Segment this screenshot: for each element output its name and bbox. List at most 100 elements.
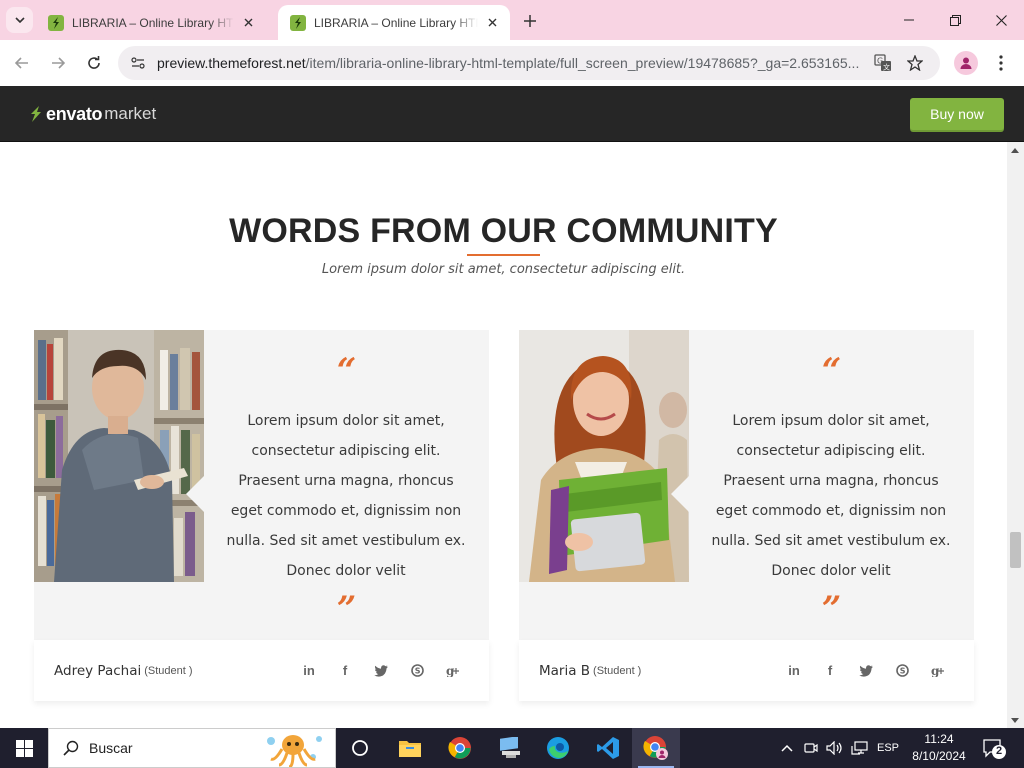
envato-favicon-icon xyxy=(290,14,306,31)
testimonial-line: eget commodo et, dignissim non xyxy=(230,503,462,519)
linkedin-icon[interactable]: in xyxy=(776,659,812,683)
photo-pointer xyxy=(671,476,689,512)
notification-count: 2 xyxy=(995,745,1003,757)
social-links: in f S g xyxy=(291,640,471,701)
speaker-icon xyxy=(826,741,842,755)
bookmark-star-icon[interactable] xyxy=(906,54,924,72)
testimonial-footer: Maria B (Student ) in f S g xyxy=(519,640,974,701)
camera-icon xyxy=(804,743,818,753)
scroll-up-icon[interactable] xyxy=(1011,148,1019,153)
testimonial-text: Lorem ipsum dolor sit amet, consectetur … xyxy=(226,406,466,586)
url-host: preview.themeforest.net xyxy=(157,55,306,71)
minimize-button[interactable] xyxy=(886,0,932,40)
restore-icon xyxy=(949,14,961,26)
twitter-icon[interactable] xyxy=(848,659,884,683)
linkedin-icon[interactable]: in xyxy=(291,659,327,683)
translate-icon[interactable]: G文 xyxy=(874,54,892,72)
task-view-icon xyxy=(352,740,368,756)
computer-icon xyxy=(500,737,520,758)
edge-button[interactable] xyxy=(534,728,582,768)
testimonial-card: “ Lorem ipsum dolor sit amet, consectetu… xyxy=(519,330,974,701)
chrome-profile-button[interactable] xyxy=(632,728,680,768)
search-icon xyxy=(63,740,79,756)
testimonial-line: consectetur adipiscing elit. xyxy=(251,443,441,459)
testimonial-line: nulla. Sed sit amet vestibulum ex. xyxy=(711,533,951,549)
search-highlight-octopus-icon xyxy=(263,731,327,768)
tab-close-icon[interactable] xyxy=(484,15,500,31)
start-button[interactable] xyxy=(0,728,48,768)
windows-taskbar: Buscar ESP 11:24 8/10/2024 2 xyxy=(0,728,1024,768)
skype-icon[interactable]: S xyxy=(399,659,435,683)
envato-favicon-icon xyxy=(48,14,64,31)
windows-logo-icon xyxy=(15,739,33,757)
google-plus-icon[interactable]: g xyxy=(435,659,471,683)
url-text[interactable]: preview.themeforest.net/item/libraria-on… xyxy=(157,55,863,71)
google-plus-icon[interactable]: g xyxy=(920,659,956,683)
volume-button[interactable] xyxy=(824,728,846,768)
envato-market-logo[interactable]: envato market xyxy=(29,103,156,125)
clock-time: 11:24 xyxy=(924,732,954,746)
section-title: WORDS FROM OUR COMMUNITY xyxy=(229,212,778,250)
task-view-button[interactable] xyxy=(336,728,384,768)
address-bar[interactable]: preview.themeforest.net/item/libraria-on… xyxy=(118,46,940,80)
scroll-down-icon[interactable] xyxy=(1011,718,1019,723)
tab-close-icon[interactable] xyxy=(240,15,256,31)
window-controls xyxy=(886,0,1024,40)
tab-search-button[interactable] xyxy=(6,7,33,33)
testimonial-photo-man xyxy=(34,330,204,582)
facebook-icon[interactable]: f xyxy=(327,659,363,683)
person-icon xyxy=(960,57,972,69)
author-name: Maria B xyxy=(539,662,591,679)
close-window-button[interactable] xyxy=(978,0,1024,40)
reload-button[interactable] xyxy=(82,51,106,75)
buy-now-button[interactable]: Buy now xyxy=(910,98,1004,130)
network-icon xyxy=(851,741,868,755)
author-name: Adrey Pachai xyxy=(54,662,142,679)
tray-overflow-button[interactable] xyxy=(777,728,797,768)
photo-pointer xyxy=(186,476,204,512)
remote-desktop-button[interactable] xyxy=(486,728,534,768)
forward-button[interactable] xyxy=(46,51,70,75)
site-info-icon[interactable] xyxy=(130,55,146,71)
taskbar-search-box[interactable]: Buscar xyxy=(48,728,336,768)
scroll-thumb[interactable] xyxy=(1010,532,1021,568)
meet-now-button[interactable] xyxy=(802,728,820,768)
back-button[interactable] xyxy=(10,51,34,75)
browser-toolbar: preview.themeforest.net/item/libraria-on… xyxy=(0,40,1024,86)
skype-icon[interactable]: S xyxy=(884,659,920,683)
restore-button[interactable] xyxy=(932,0,978,40)
folder-icon xyxy=(399,741,421,757)
page-scrollbar[interactable] xyxy=(1007,142,1024,728)
browser-menu-button[interactable] xyxy=(991,51,1011,75)
profile-button[interactable] xyxy=(954,51,978,75)
testimonial-text: Lorem ipsum dolor sit amet, consectetur … xyxy=(711,406,951,586)
new-tab-button[interactable] xyxy=(519,10,541,32)
tab-title: LIBRARIA – Online Library HTML xyxy=(314,15,478,30)
vscode-button[interactable] xyxy=(584,728,632,768)
notification-center-button[interactable]: 2 xyxy=(980,736,1008,760)
testimonial-photo-woman xyxy=(519,330,689,582)
browser-tab-active[interactable]: LIBRARIA – Online Library HTML xyxy=(278,5,510,40)
kebab-menu-icon xyxy=(999,55,1003,71)
close-quote-icon: ” xyxy=(336,589,357,629)
system-clock[interactable]: 11:24 8/10/2024 xyxy=(905,731,973,765)
chevron-down-icon xyxy=(14,17,25,23)
testimonial-line: Lorem ipsum dolor sit amet, xyxy=(732,413,930,429)
chrome-icon xyxy=(448,737,471,759)
close-quote-icon: ” xyxy=(821,589,842,629)
chrome-button[interactable] xyxy=(436,728,484,768)
reload-icon xyxy=(88,56,100,69)
facebook-icon[interactable]: f xyxy=(812,659,848,683)
testimonial-footer: Adrey Pachai (Student ) in f S g xyxy=(34,640,489,701)
network-button[interactable] xyxy=(849,728,871,768)
tab-title: LIBRARIA – Online Library HTML xyxy=(72,15,234,30)
file-explorer-button[interactable] xyxy=(386,728,434,768)
testimonial-line: Praesent urna magna, rhoncus xyxy=(723,473,939,489)
twitter-icon[interactable] xyxy=(363,659,399,683)
envato-leaf-icon xyxy=(31,106,41,122)
close-icon xyxy=(995,14,1007,26)
svg-text:文: 文 xyxy=(883,63,890,72)
testimonial-line: Lorem ipsum dolor sit amet, xyxy=(247,413,445,429)
browser-tab[interactable]: LIBRARIA – Online Library HTML xyxy=(36,5,266,40)
input-language-indicator[interactable]: ESP xyxy=(874,728,902,768)
